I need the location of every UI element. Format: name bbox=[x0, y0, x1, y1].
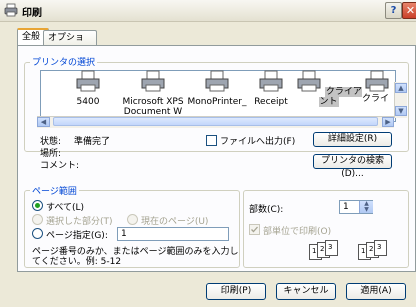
pages-input[interactable]: 1 bbox=[117, 227, 229, 241]
range-hint-line2: てください。例: 5-12 bbox=[32, 257, 122, 267]
window-title: 印刷 bbox=[22, 8, 42, 19]
collate-page-number: 2 bbox=[369, 245, 374, 253]
cancel-button[interactable]: キャンセル bbox=[276, 283, 336, 300]
printer-label: クライ ント bbox=[362, 94, 392, 104]
range-all-label[interactable]: すべて(L) bbox=[46, 200, 84, 213]
preferences-button[interactable]: 詳細設定(R) bbox=[313, 132, 392, 147]
collate-page-number: 2 bbox=[320, 245, 325, 253]
print-to-file-label[interactable]: ファイルへ出力(F) bbox=[220, 134, 295, 147]
checkmark-icon bbox=[251, 226, 258, 233]
printer-label: クライアント bbox=[319, 87, 362, 107]
scroll-up-icon[interactable]: ▲ bbox=[395, 83, 407, 93]
apply-button[interactable]: 適用(A) bbox=[346, 283, 406, 300]
title-bar bbox=[0, 0, 416, 22]
scroll-thumb[interactable] bbox=[53, 117, 378, 126]
printer-label: 5400 bbox=[76, 97, 100, 107]
scroll-right-icon[interactable]: ▶ bbox=[382, 117, 394, 127]
range-selection-radio[interactable] bbox=[32, 214, 43, 225]
range-all-radio[interactable] bbox=[32, 200, 43, 211]
find-printer-button[interactable]: プリンタの検索(D)... bbox=[313, 154, 392, 179]
collate-illustration: 1 2 3 bbox=[358, 240, 402, 260]
range-current-label[interactable]: 現在のページ(U) bbox=[141, 214, 208, 227]
scroll-down-icon[interactable]: ▼ bbox=[395, 106, 407, 116]
printer-icon bbox=[4, 3, 18, 17]
collate-page-number: 1 bbox=[361, 247, 366, 255]
status-value: 準備完了 bbox=[74, 137, 111, 147]
tab-general-label: 全般 bbox=[22, 32, 41, 42]
printer-select-title: プリンタの選択 bbox=[30, 55, 98, 68]
collate-page-number: 3 bbox=[328, 243, 333, 251]
collate-illustration: 1 2 3 bbox=[309, 240, 353, 260]
copies-spinner[interactable]: ▲ ▼ bbox=[359, 201, 373, 213]
printer-icon bbox=[76, 70, 100, 92]
printer-icon bbox=[297, 70, 321, 92]
print-to-file-checkbox[interactable] bbox=[206, 135, 217, 146]
copies-label: 部数(C): bbox=[249, 205, 284, 215]
printer-item-5400[interactable]: 5400 bbox=[55, 70, 121, 107]
range-selection-label[interactable]: 選択した部分(T) bbox=[46, 214, 113, 227]
collate-label[interactable]: 部単位で印刷(O) bbox=[263, 224, 331, 237]
printer-item-client[interactable]: クライアント bbox=[296, 70, 362, 107]
printer-label: Receipt bbox=[254, 97, 288, 107]
range-pages-label[interactable]: ページ指定(G): bbox=[46, 228, 108, 241]
help-button[interactable]: ? bbox=[385, 2, 402, 19]
printer-icon bbox=[259, 70, 283, 92]
printer-label: Microsoft XPS Document W bbox=[122, 97, 184, 117]
printer-icon bbox=[205, 70, 229, 92]
printer-icon bbox=[365, 70, 389, 92]
scroll-left-icon[interactable]: ◀ bbox=[37, 117, 50, 127]
range-pages-radio[interactable] bbox=[32, 228, 43, 239]
range-current-radio[interactable] bbox=[127, 214, 138, 225]
printer-item-receipt[interactable]: Receipt bbox=[238, 70, 304, 107]
comment-label: コメント: bbox=[40, 161, 80, 171]
collate-checkbox[interactable] bbox=[249, 224, 260, 235]
printer-item-xps[interactable]: Microsoft XPS Document W bbox=[118, 70, 188, 117]
printer-item-client2[interactable]: クライ ント bbox=[362, 70, 392, 116]
print-button[interactable]: 印刷(P) bbox=[206, 283, 266, 300]
page-range-title: ページ範囲 bbox=[30, 184, 79, 197]
collate-page-number: 1 bbox=[312, 247, 317, 255]
close-button[interactable]: ✕ bbox=[402, 2, 416, 19]
collate-page-number: 3 bbox=[377, 243, 382, 251]
printer-icon bbox=[141, 70, 165, 92]
tab-options[interactable]: オプション bbox=[43, 30, 97, 58]
